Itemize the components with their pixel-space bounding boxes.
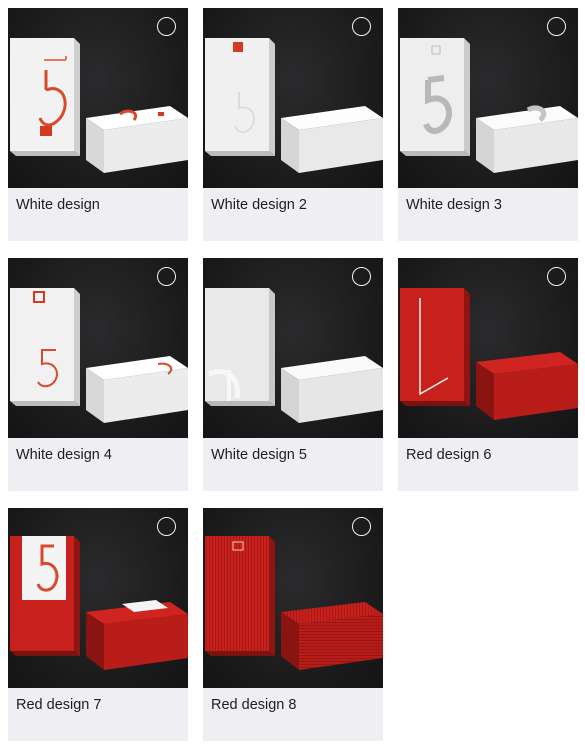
select-radio[interactable] [157, 17, 176, 36]
select-radio[interactable] [352, 17, 371, 36]
select-radio[interactable] [157, 517, 176, 536]
design-label: White design 3 [406, 197, 502, 213]
select-radio[interactable] [547, 17, 566, 36]
design-label: Red design 6 [406, 447, 492, 463]
design-label: Red design 7 [16, 697, 102, 713]
box-render-image [10, 288, 188, 423]
select-radio[interactable] [352, 517, 371, 536]
design-thumbnail [203, 508, 383, 688]
box-render-image [400, 38, 578, 173]
design-label: White design 5 [211, 447, 307, 463]
design-label: White design 4 [16, 447, 112, 463]
design-thumbnail [8, 258, 188, 438]
design-thumbnail [203, 8, 383, 188]
box-render-image [400, 288, 578, 420]
design-option-card[interactable]: White design 3 [398, 8, 578, 241]
box-render-image [205, 536, 383, 670]
design-option-card[interactable]: White design 2 [203, 8, 383, 241]
box-render-image [10, 536, 188, 670]
box-render-image [10, 38, 188, 173]
design-thumbnail [398, 258, 578, 438]
select-radio[interactable] [352, 267, 371, 286]
design-label: White design 2 [211, 197, 307, 213]
design-thumbnail [8, 508, 188, 688]
design-label: White design [16, 197, 100, 213]
design-option-card[interactable]: Red design 7 [8, 508, 188, 741]
select-radio[interactable] [157, 267, 176, 286]
design-option-card[interactable]: White design [8, 8, 188, 241]
design-thumbnail [398, 8, 578, 188]
design-option-card[interactable]: White design 4 [8, 258, 188, 491]
select-radio[interactable] [547, 267, 566, 286]
box-render-image [205, 288, 383, 423]
design-option-card[interactable]: Red design 6 [398, 258, 578, 491]
design-option-card[interactable]: White design 5 [203, 258, 383, 491]
design-label: Red design 8 [211, 697, 297, 713]
box-render-image [205, 38, 383, 173]
design-option-card[interactable]: Red design 8 [203, 508, 383, 741]
design-thumbnail [203, 258, 383, 438]
design-thumbnail [8, 8, 188, 188]
